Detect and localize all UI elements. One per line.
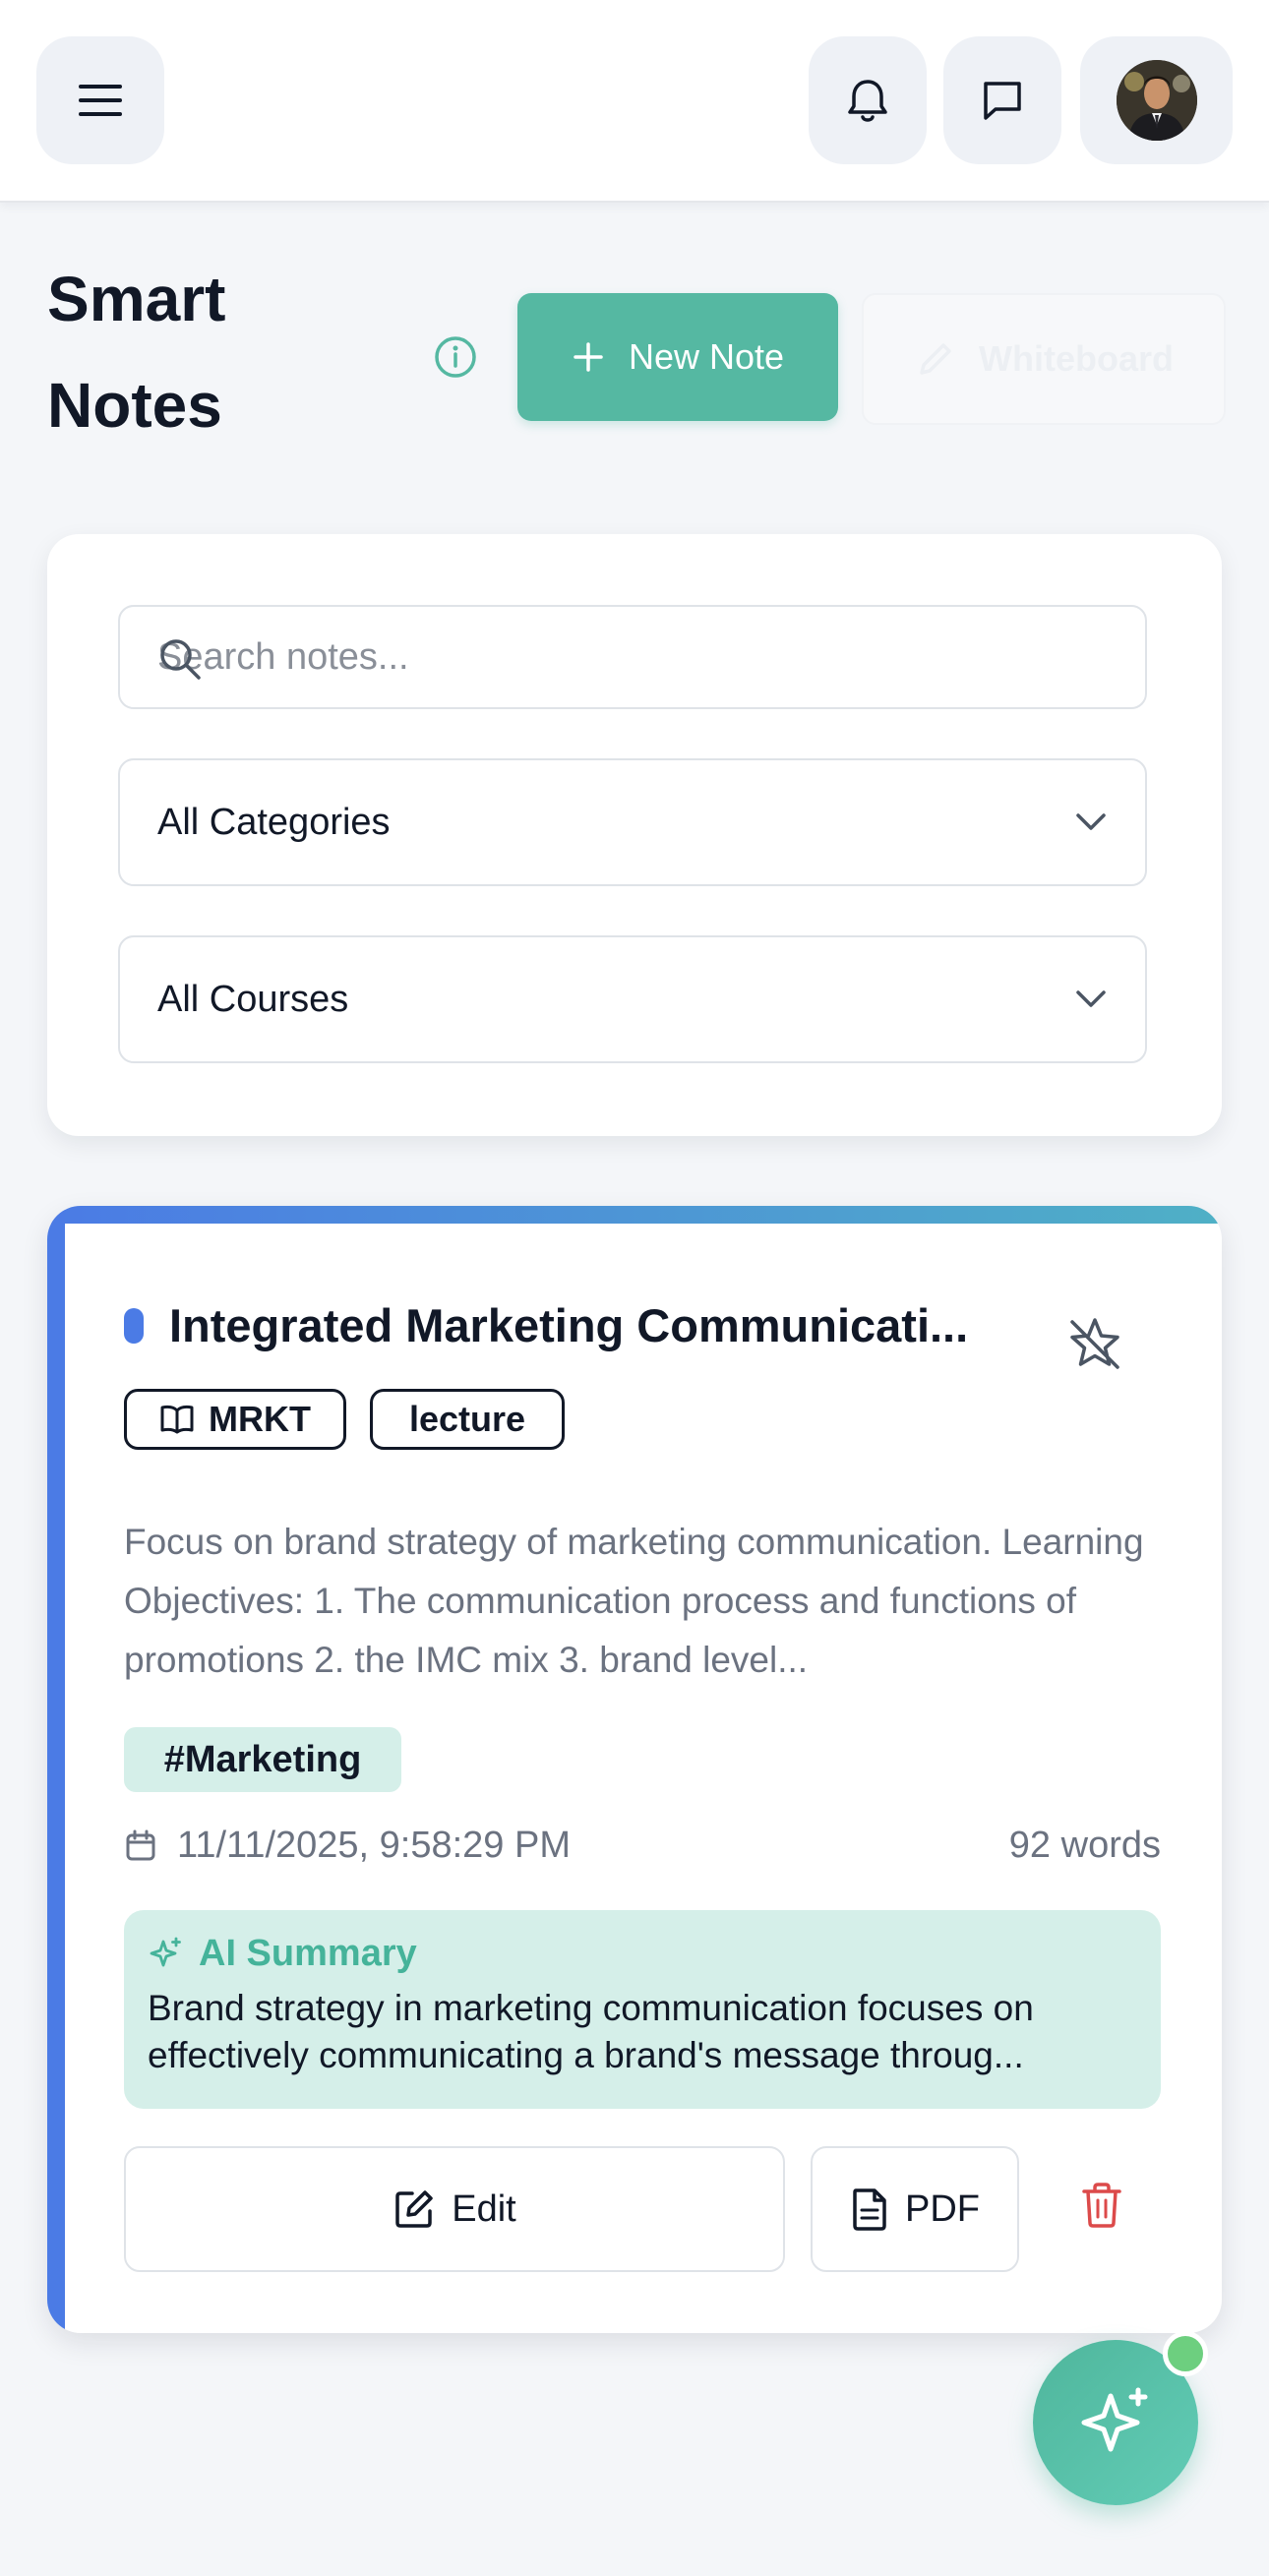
hashtag-label: #Marketing xyxy=(163,1738,362,1780)
trash-icon[interactable] xyxy=(1080,2182,1123,2229)
course-select[interactable]: All Courses xyxy=(118,935,1147,1063)
online-status-dot xyxy=(1163,2331,1208,2376)
messages-button[interactable] xyxy=(943,36,1061,164)
edit-label: Edit xyxy=(452,2187,516,2230)
star-off-icon[interactable] xyxy=(1064,1314,1125,1375)
edit-icon xyxy=(393,2187,436,2231)
book-open-icon xyxy=(159,1404,195,1435)
page-title: Smart Notes xyxy=(47,246,342,458)
pencil-icon xyxy=(914,337,957,381)
hashtag-badge[interactable]: #Marketing xyxy=(124,1727,401,1792)
hamburger-menu-icon xyxy=(77,81,124,120)
info-circle-icon[interactable] xyxy=(433,334,478,380)
note-type-tag[interactable]: lecture xyxy=(370,1389,565,1450)
profile-button[interactable] xyxy=(1080,36,1233,164)
chat-bubble-icon xyxy=(980,78,1025,123)
chevron-down-icon xyxy=(1074,988,1108,1010)
search-field xyxy=(118,605,1147,709)
sparkles-icon xyxy=(1077,2384,1154,2461)
note-preview-text: Focus on brand strategy of marketing com… xyxy=(124,1522,1144,1680)
pdf-button[interactable]: PDF xyxy=(811,2146,1019,2272)
user-avatar xyxy=(1116,60,1197,141)
note-color-bar xyxy=(47,1206,65,2333)
ai-summary-label: AI Summary xyxy=(199,1932,417,1974)
top-bar xyxy=(0,0,1269,203)
document-icon xyxy=(850,2187,889,2232)
chevron-down-icon xyxy=(1074,811,1108,833)
ai-summary-text: Brand strategy in marketing communicatio… xyxy=(148,1988,1034,2075)
course-tag-label: MRKT xyxy=(209,1399,311,1439)
page-title-line-1: Smart xyxy=(47,264,226,334)
pdf-label: PDF xyxy=(905,2187,980,2230)
plus-icon xyxy=(572,340,605,374)
bell-icon xyxy=(845,77,890,124)
sparkles-icon xyxy=(148,1936,183,1971)
calendar-icon xyxy=(124,1828,157,1862)
note-meta: 11/11/2025, 9:58:29 PM 92 words xyxy=(124,1816,1161,1875)
search-input[interactable] xyxy=(120,606,1145,708)
page-title-line-2: Notes xyxy=(47,370,222,441)
whiteboard-label: Whiteboard xyxy=(979,338,1174,379)
filter-card: All Categories All Courses xyxy=(47,534,1222,1136)
edit-button[interactable]: Edit xyxy=(124,2146,785,2272)
course-select-value: All Courses xyxy=(157,978,349,1020)
note-title[interactable]: Integrated Marketing Communicati... xyxy=(169,1294,1074,1357)
search-icon xyxy=(157,636,203,682)
word-count: 92 words xyxy=(1008,1824,1161,1866)
ai-summary-box: AI Summary Brand strategy in marketing c… xyxy=(124,1910,1161,2109)
menu-button[interactable] xyxy=(36,36,164,164)
category-select-value: All Categories xyxy=(157,801,391,843)
note-type-label: lecture xyxy=(408,1399,526,1439)
note-color-marker xyxy=(124,1308,144,1344)
new-note-label: New Note xyxy=(628,336,785,377)
note-timestamp: 11/11/2025, 9:58:29 PM xyxy=(177,1824,572,1866)
note-color-strip xyxy=(47,1206,1222,1224)
whiteboard-button[interactable]: Whiteboard xyxy=(862,293,1226,425)
new-note-button[interactable]: New Note xyxy=(517,293,838,421)
notifications-button[interactable] xyxy=(809,36,927,164)
course-tag[interactable]: MRKT xyxy=(124,1389,346,1450)
note-card[interactable]: Integrated Marketing Communicati... MRKT… xyxy=(47,1206,1222,2333)
category-select[interactable]: All Categories xyxy=(118,758,1147,886)
